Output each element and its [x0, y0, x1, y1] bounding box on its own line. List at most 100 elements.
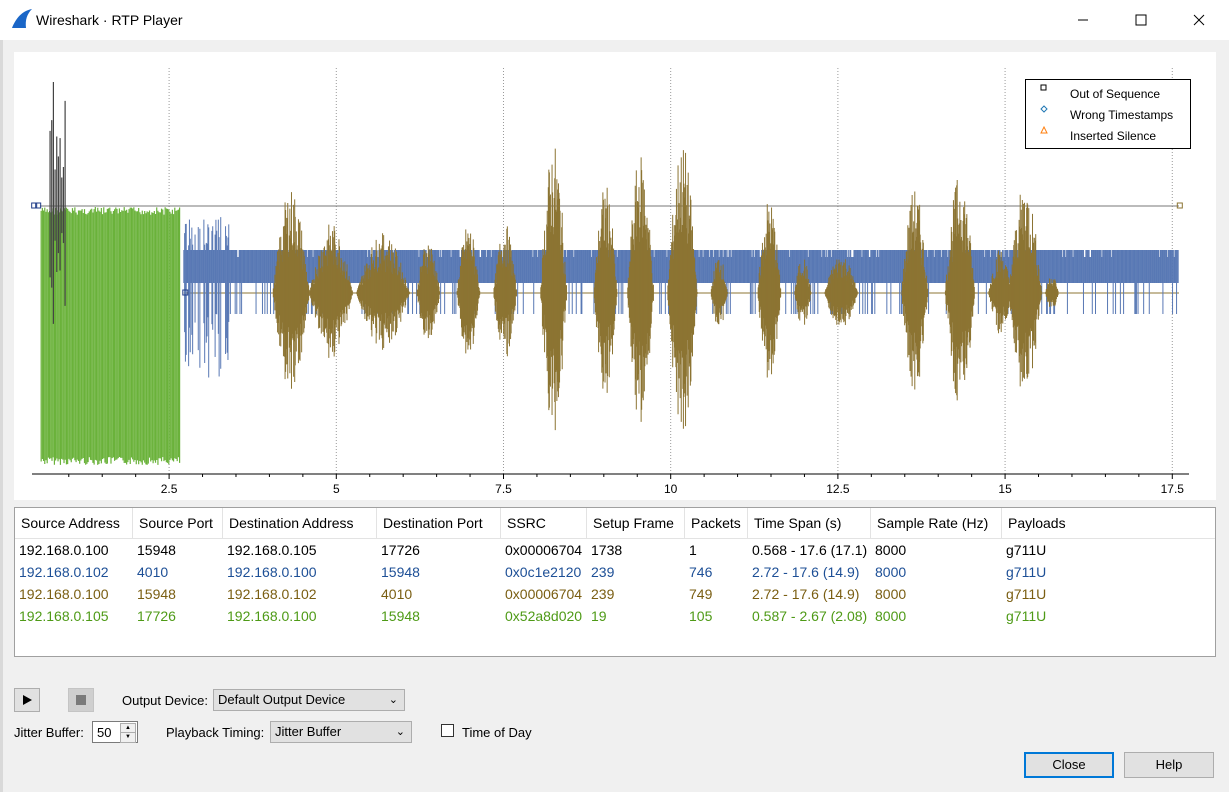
window-edge — [0, 40, 3, 792]
rtp-streams-table[interactable]: Source Address Source Port Destination A… — [14, 507, 1216, 657]
x-tick-label: 2.5 — [161, 482, 178, 496]
table-cell: 192.168.0.105 — [19, 608, 109, 624]
spin-down-icon[interactable]: ▼ — [120, 732, 136, 743]
table-cell: 0x00006704 — [505, 542, 583, 558]
stop-icon — [76, 695, 86, 705]
table-cell: 749 — [689, 586, 713, 602]
table-cell: 8000 — [875, 564, 907, 580]
play-button[interactable] — [14, 688, 40, 712]
close-window-button[interactable] — [1170, 0, 1228, 40]
table-cell: g711U — [1006, 542, 1047, 558]
column-header-source-address[interactable]: Source Address — [15, 508, 133, 538]
close-icon — [1193, 14, 1205, 26]
table-cell: 0x00006704 — [505, 586, 583, 602]
minimize-button[interactable] — [1054, 0, 1112, 40]
legend-item-inserted-silence: Inserted Silence — [1040, 126, 1156, 146]
time-of-day-label[interactable]: Time of Day — [462, 725, 532, 740]
table-cell: 8000 — [875, 586, 907, 602]
time-of-day-checkbox[interactable] — [441, 724, 454, 737]
output-device-select[interactable]: Default Output Device ⌄ — [213, 689, 405, 711]
minimize-icon — [1078, 19, 1088, 21]
x-tick-label: 10 — [664, 482, 678, 496]
table-cell: 746 — [689, 564, 713, 580]
playback-timing-label: Playback Timing: — [166, 725, 265, 740]
table-cell: 17726 — [137, 608, 176, 624]
table-cell: 105 — [689, 608, 713, 624]
table-cell: 192.168.0.102 — [19, 564, 109, 580]
table-cell: 192.168.0.100 — [19, 542, 109, 558]
table-cell: 8000 — [875, 608, 907, 624]
table-cell: 0x0c1e2120 — [505, 564, 582, 580]
table-row[interactable]: 192.168.0.100 15948 192.168.0.102 4010 0x000… — [15, 583, 1215, 605]
table-cell: 15948 — [137, 542, 176, 558]
chevron-down-icon: ⌄ — [395, 726, 405, 738]
table-cell: 15948 — [381, 564, 420, 580]
stop-button[interactable] — [68, 688, 94, 712]
playback-timing-select[interactable]: Jitter Buffer ⌄ — [270, 721, 412, 743]
column-header-ssrc[interactable]: SSRC — [501, 508, 587, 538]
maximize-button[interactable] — [1112, 0, 1170, 40]
table-cell: 2.72 - 17.6 (14.9) — [752, 586, 860, 602]
chevron-down-icon: ⌄ — [388, 694, 398, 706]
legend-label: Inserted Silence — [1070, 129, 1157, 143]
table-cell: 2.72 - 17.6 (14.9) — [752, 564, 860, 580]
plot-legend: Out of Sequence Wrong Timestamps Inserte… — [1025, 79, 1191, 149]
table-cell: 15948 — [137, 586, 176, 602]
table-cell: 4010 — [381, 586, 413, 602]
playback-timing-value: Jitter Buffer — [275, 724, 342, 739]
column-header-sample-rate[interactable]: Sample Rate (Hz) — [871, 508, 1002, 538]
table-cell: 19 — [591, 608, 607, 624]
table-cell: 1738 — [591, 542, 623, 558]
table-cell: 15948 — [381, 608, 420, 624]
close-button[interactable]: Close — [1024, 752, 1114, 778]
maximize-icon — [1135, 14, 1147, 26]
x-tick-label: 7.5 — [495, 482, 512, 496]
legend-label: Wrong Timestamps — [1070, 108, 1174, 122]
legend-item-wrong-timestamps: Wrong Timestamps — [1040, 105, 1173, 125]
help-button[interactable]: Help — [1124, 752, 1214, 778]
column-header-setup-frame[interactable]: Setup Frame — [587, 508, 685, 538]
jitter-buffer-value: 50 — [97, 725, 112, 740]
table-row[interactable]: 192.168.0.102 4010 192.168.0.100 15948 0x0c1… — [15, 561, 1215, 583]
table-header: Source Address Source Port Destination A… — [15, 508, 1215, 539]
table-cell: 8000 — [875, 542, 907, 558]
x-tick-label: 17.5 — [1161, 482, 1185, 496]
table-cell: 0.568 - 17.6 (17.1) — [752, 542, 868, 558]
square-marker-icon — [1040, 84, 1047, 91]
column-header-destination-address[interactable]: Destination Address — [223, 508, 377, 538]
table-row[interactable]: 192.168.0.105 17726 192.168.0.100 15948 0x52… — [15, 605, 1215, 627]
wireshark-fin-icon — [12, 9, 32, 28]
table-cell: 192.168.0.100 — [227, 564, 317, 580]
table-cell: 1 — [689, 542, 697, 558]
waveform-plot[interactable]: 2.5 5 7.5 10 12.5 15 17.5 Out of Sequence Wron… — [14, 52, 1216, 500]
table-cell: 17726 — [381, 542, 420, 558]
title-bar: Wireshark · RTP Player — [0, 0, 1229, 40]
column-header-source-port[interactable]: Source Port — [133, 508, 223, 538]
jitter-buffer-label: Jitter Buffer: — [14, 725, 84, 740]
legend-label: Out of Sequence — [1070, 87, 1161, 101]
table-cell: g711U — [1006, 564, 1047, 580]
table-cell: 239 — [591, 564, 615, 580]
output-device-label: Output Device: — [122, 693, 208, 708]
diamond-marker-icon — [1040, 105, 1048, 113]
table-cell: g711U — [1006, 586, 1047, 602]
table-cell: 0x52a8d020 — [505, 608, 583, 624]
triangle-marker-icon — [1040, 126, 1048, 134]
x-tick-label: 5 — [333, 482, 340, 496]
window-title: Wireshark · RTP Player — [36, 12, 183, 28]
table-cell: 4010 — [137, 564, 169, 580]
jitter-buffer-spinbox[interactable]: 50 ▲ ▼ — [92, 721, 138, 743]
column-header-destination-port[interactable]: Destination Port — [377, 508, 501, 538]
table-cell: 0.587 - 2.67 (2.08) — [752, 608, 868, 624]
table-cell: 192.168.0.100 — [19, 586, 109, 602]
column-header-packets[interactable]: Packets — [685, 508, 748, 538]
table-cell: 192.168.0.102 — [227, 586, 317, 602]
play-icon — [23, 695, 32, 705]
column-header-time-span[interactable]: Time Span (s) — [748, 508, 871, 538]
column-header-payloads[interactable]: Payloads — [1002, 508, 1215, 538]
table-cell: 192.168.0.100 — [227, 608, 317, 624]
table-row[interactable]: 192.168.0.100 15948 192.168.0.105 17726 0x00… — [15, 539, 1215, 561]
table-cell: g711U — [1006, 608, 1047, 624]
legend-item-out-of-sequence: Out of Sequence — [1040, 84, 1160, 104]
table-cell: 192.168.0.105 — [227, 542, 317, 558]
